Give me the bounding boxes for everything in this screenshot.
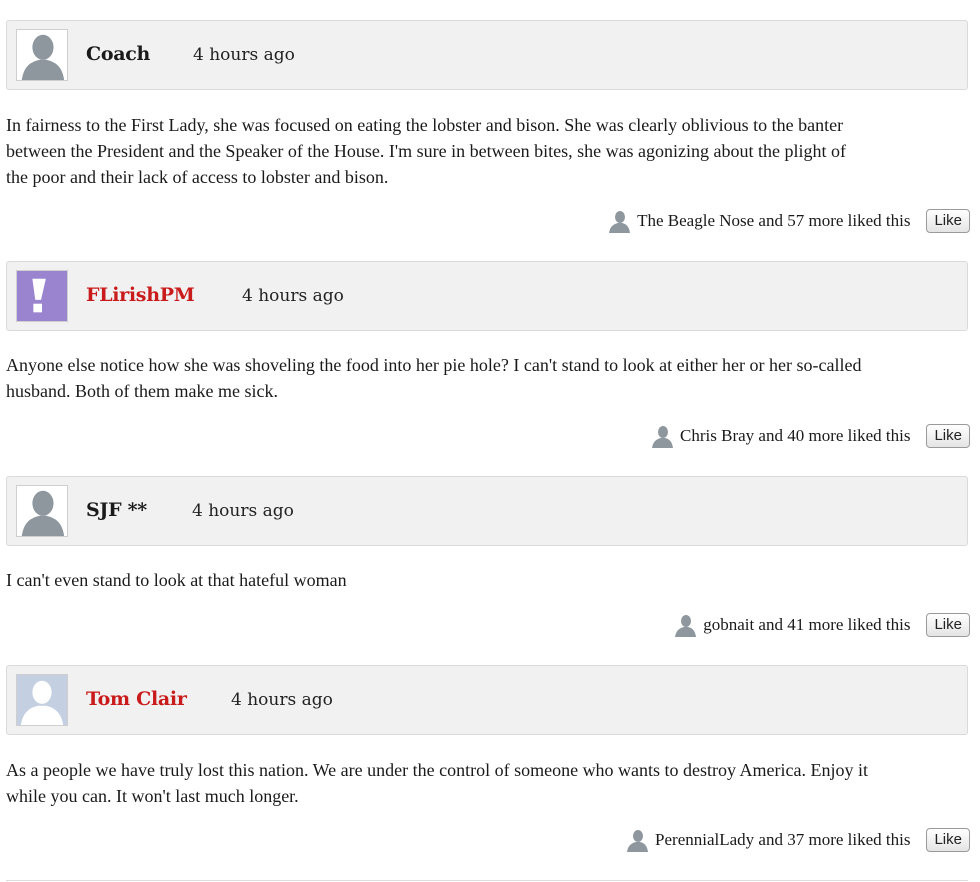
comment-header: FLirishPM 4 hours ago (6, 261, 968, 331)
exclamation-avatar-icon[interactable] (16, 270, 68, 322)
comment-timestamp: 4 hours ago (231, 690, 333, 710)
liker-avatar-icon (673, 613, 697, 637)
comment-line: while you can. It won't last much longer… (6, 786, 299, 806)
comment-line: In fairness to the First Lady, she was f… (6, 115, 844, 135)
liker-avatar-icon (625, 828, 649, 852)
comment-timestamp: 4 hours ago (193, 45, 295, 65)
comment-text: Anyone else notice how she was shoveling… (6, 352, 972, 404)
likes-row: The Beagle Nose and 57 more liked this L… (607, 208, 970, 234)
author-name[interactable]: SJF ** (86, 499, 147, 521)
likes-summary[interactable]: gobnait and 41 more liked this (703, 615, 910, 635)
comment-timestamp: 4 hours ago (192, 501, 294, 521)
author-name[interactable]: Coach (86, 43, 150, 65)
like-button[interactable]: Like (926, 424, 970, 448)
likes-row: Chris Bray and 40 more liked this Like (650, 423, 970, 449)
likes-row: PerennialLady and 37 more liked this Lik… (625, 827, 970, 853)
blue-silhouette-icon[interactable] (16, 674, 68, 726)
comment-text: I can't even stand to look at that hatef… (6, 567, 972, 593)
comment-timestamp: 4 hours ago (242, 286, 344, 306)
like-button[interactable]: Like (926, 828, 970, 852)
like-button[interactable]: Like (926, 613, 970, 637)
liker-avatar-icon (650, 424, 674, 448)
comment-header: SJF ** 4 hours ago (6, 476, 968, 546)
like-button[interactable]: Like (926, 209, 970, 233)
comment-header: Tom Clair 4 hours ago (6, 665, 968, 735)
likes-summary[interactable]: Chris Bray and 40 more liked this (680, 426, 910, 446)
comment-line: between the President and the Speaker of… (6, 141, 847, 161)
likes-summary[interactable]: PerennialLady and 37 more liked this (655, 830, 910, 850)
divider (6, 880, 968, 881)
likes-row: gobnait and 41 more liked this Like (673, 612, 970, 638)
comment-header: Coach 4 hours ago (6, 20, 968, 90)
comment-line: Anyone else notice how she was shoveling… (6, 355, 862, 375)
author-name[interactable]: Tom Clair (86, 688, 187, 710)
author-name[interactable]: FLirishPM (86, 284, 195, 306)
liker-avatar-icon (607, 209, 631, 233)
likes-summary[interactable]: The Beagle Nose and 57 more liked this (637, 211, 910, 231)
comment-line: As a people we have truly lost this nati… (6, 760, 869, 780)
comment-line: I can't even stand to look at that hatef… (6, 570, 347, 590)
comment-line: the poor and their lack of access to lob… (6, 167, 389, 187)
comment-line: husband. Both of them make me sick. (6, 381, 278, 401)
comment-text: As a people we have truly lost this nati… (6, 757, 972, 809)
comment-text: In fairness to the First Lady, she was f… (6, 112, 972, 190)
default-silhouette-icon[interactable] (16, 29, 68, 81)
default-silhouette-icon[interactable] (16, 485, 68, 537)
